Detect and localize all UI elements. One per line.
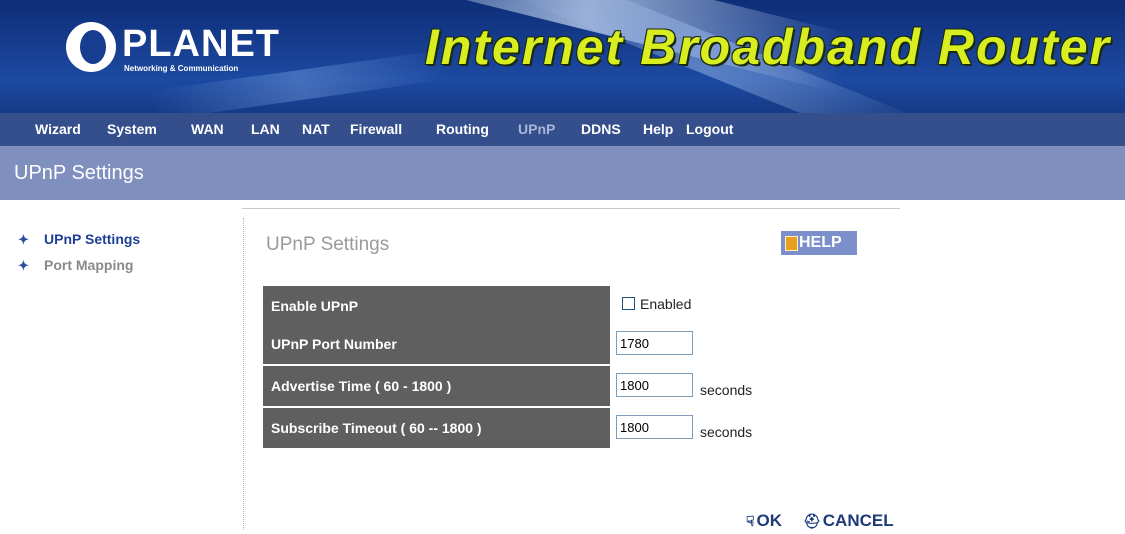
- menu-item-lan[interactable]: LAN: [251, 113, 280, 146]
- help-book-icon: [785, 236, 798, 251]
- brand-name: PLANET: [122, 23, 280, 65]
- advertise-time-input[interactable]: [616, 373, 693, 397]
- main-menu: Wizard System WAN LAN NAT Firewall Routi…: [0, 113, 1125, 146]
- advertise-time-unit: seconds: [700, 382, 753, 398]
- upnp-port-number-label: UPnP Port Number: [263, 324, 610, 364]
- planet-logo: PLANET Networking & Communication: [66, 22, 286, 82]
- menu-item-ddns[interactable]: DDNS: [581, 113, 621, 146]
- sidebar-item-upnp-settings[interactable]: ✦ UPnP Settings: [18, 229, 140, 249]
- cancel-button[interactable]: ⛑ CANCEL: [803, 510, 894, 532]
- product-title: Internet Broadband Router: [424, 19, 1111, 75]
- menu-item-wan[interactable]: WAN: [191, 113, 224, 146]
- menu-item-system[interactable]: System: [107, 113, 157, 146]
- brand-tagline: Networking & Communication: [124, 64, 239, 73]
- sidebar-item-label: Port Mapping: [44, 257, 134, 273]
- upnp-port-number-input[interactable]: [616, 331, 693, 355]
- sidebar-item-port-mapping[interactable]: ✦ Port Mapping: [18, 255, 133, 275]
- menu-item-help[interactable]: Help: [643, 113, 673, 146]
- menu-item-wizard[interactable]: Wizard: [35, 113, 81, 146]
- cancel-button-label: CANCEL: [822, 511, 894, 530]
- ok-button-label: OK: [756, 511, 783, 530]
- menu-item-upnp[interactable]: UPnP: [518, 113, 555, 146]
- subscribe-timeout-input[interactable]: [616, 415, 693, 439]
- section-title: UPnP Settings: [14, 162, 144, 184]
- help-button[interactable]: HELP: [781, 231, 857, 255]
- divider: [242, 208, 900, 209]
- menu-item-logout[interactable]: Logout: [686, 113, 733, 146]
- ok-button[interactable]: ☟ OK: [746, 510, 782, 532]
- subscribe-timeout-label: Subscribe Timeout ( 60 -- 1800 ): [263, 408, 610, 448]
- subscribe-timeout-unit: seconds: [700, 424, 753, 440]
- menu-item-firewall[interactable]: Firewall: [350, 113, 402, 146]
- enable-upnp-checkbox-label: Enabled: [640, 296, 692, 312]
- content-title: UPnP Settings: [266, 234, 390, 255]
- pointing-hand-icon: ☟: [746, 513, 755, 529]
- bullet-icon: ✦: [18, 258, 29, 273]
- help-button-label: HELP: [799, 234, 842, 251]
- bullet-icon: ✦: [18, 232, 29, 247]
- section-header: UPnP Settings: [0, 146, 1125, 200]
- enable-upnp-label: Enable UPnP: [263, 286, 610, 326]
- menu-item-routing[interactable]: Routing: [436, 113, 489, 146]
- advertise-time-label: Advertise Time ( 60 - 1800 ): [263, 366, 610, 406]
- sidebar-divider: [243, 218, 244, 530]
- sidebar-item-label: UPnP Settings: [44, 231, 141, 247]
- menu-item-nat[interactable]: NAT: [302, 113, 330, 146]
- trash-can-icon: ⛑: [803, 513, 821, 529]
- enable-upnp-checkbox[interactable]: [622, 297, 635, 310]
- banner: PLANET Networking & Communication Intern…: [0, 0, 1125, 113]
- planet-logo-icon: [66, 22, 116, 72]
